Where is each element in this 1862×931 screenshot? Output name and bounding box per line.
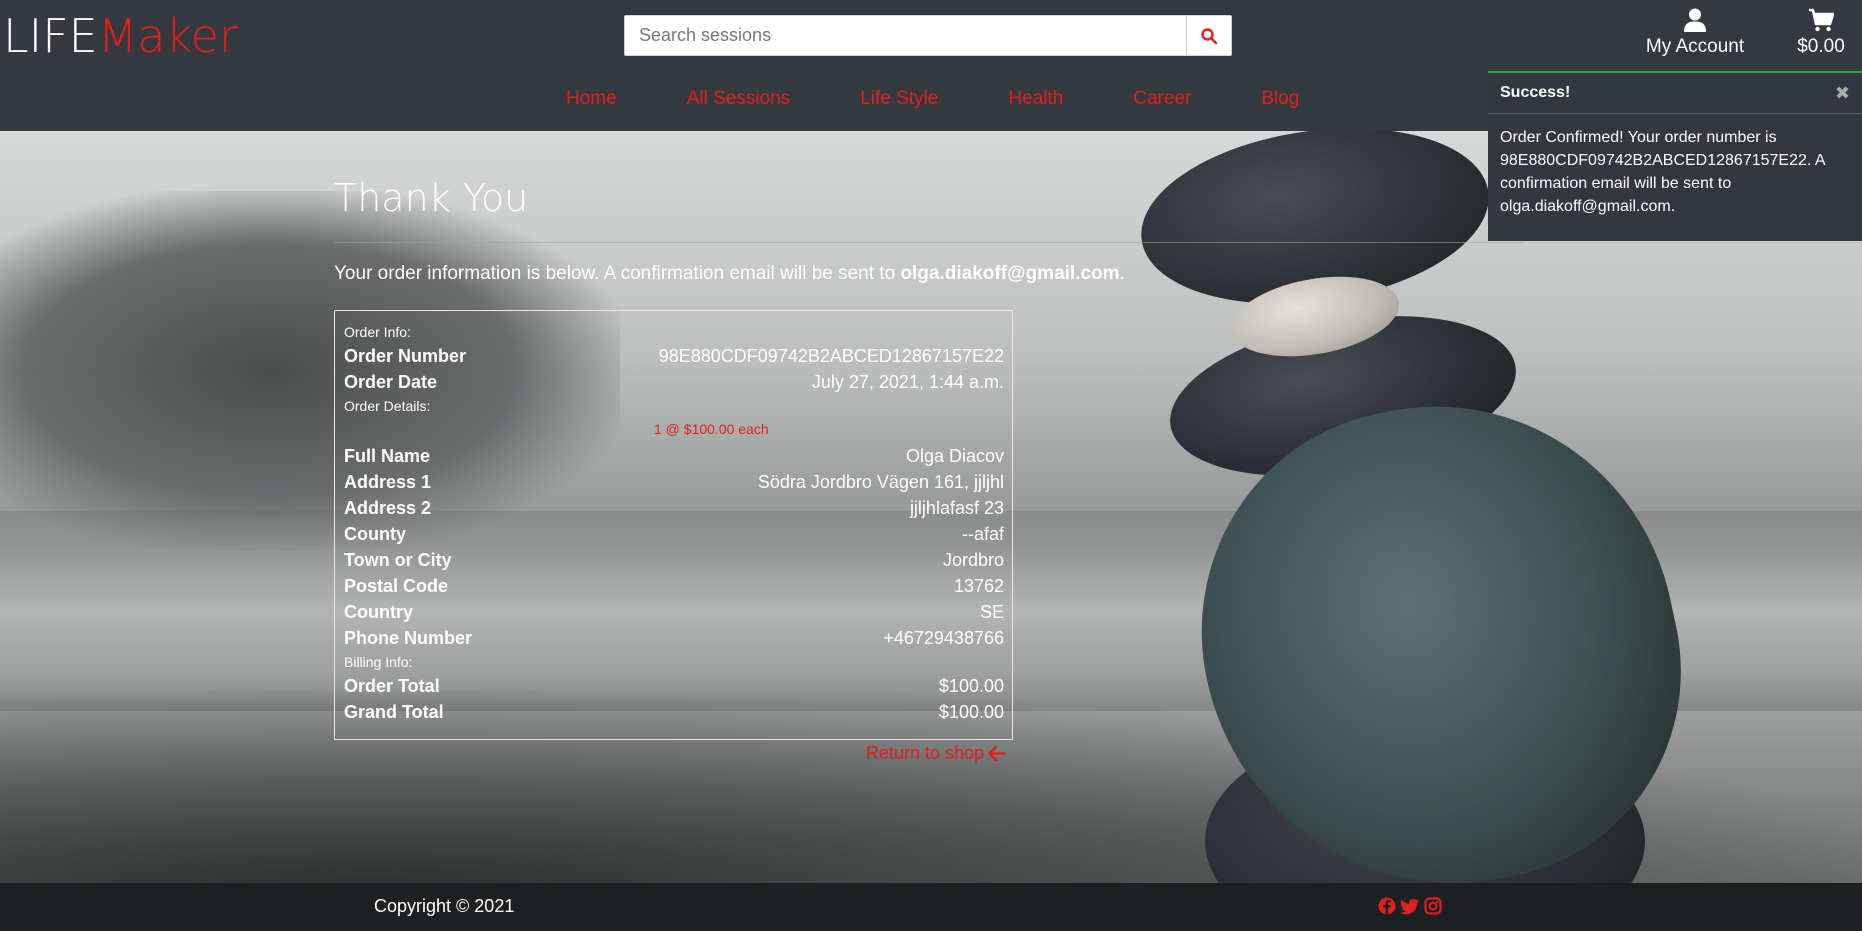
detail-row: Address 1 Södra Jordbro Vägen 161, jjljh… — [344, 469, 1004, 495]
order-number-value: 98E880CDF09742B2ABCED12867157E22 — [658, 346, 1004, 366]
order-total-label: Order Total — [344, 676, 440, 696]
line-item: 1 @ $100.00 each — [654, 421, 769, 437]
search-bar — [624, 15, 1232, 56]
detail-value: 13762 — [953, 576, 1004, 596]
cart-icon — [1809, 8, 1834, 32]
cart-link[interactable]: $0.00 — [1786, 8, 1856, 58]
nav-career[interactable]: Career — [1133, 88, 1191, 110]
return-to-shop-link[interactable]: Return to shop — [334, 743, 1013, 764]
detail-label: Postal Code — [344, 576, 449, 596]
detail-value: +46729438766 — [883, 628, 1004, 648]
success-toast: Success! ✖ Order Confirmed! Your order n… — [1488, 71, 1862, 241]
detail-label: Address 1 — [344, 472, 432, 492]
grand-total-row: Grand Total $100.00 — [344, 699, 1004, 725]
nav-home[interactable]: Home — [566, 88, 617, 110]
detail-value: Södra Jordbro Vägen 161, jjljhl — [757, 472, 1004, 492]
detail-label: Full Name — [344, 446, 431, 466]
detail-label: Phone Number — [344, 628, 473, 648]
grand-total-label: Grand Total — [344, 702, 444, 722]
order-details-heading: Order Details: — [344, 398, 431, 414]
detail-label: Address 2 — [344, 498, 432, 518]
facebook-icon[interactable] — [1378, 897, 1396, 920]
detail-row: Full Name Olga Diacov — [344, 443, 1004, 469]
detail-row: Phone Number +46729438766 — [344, 625, 1004, 651]
my-account-label: My Account — [1645, 36, 1745, 57]
checkout-success-content: Thank You Your order information is belo… — [334, 170, 1524, 763]
detail-row: Town or City Jordbro — [344, 547, 1004, 573]
toast-message: Order Confirmed! Your order number is 98… — [1500, 129, 1825, 215]
intro-message: Your order information is below. A confi… — [334, 263, 901, 284]
order-date-label: Order Date — [344, 372, 438, 392]
logo-part-life: LIFE — [3, 9, 98, 63]
detail-value: --afaf — [961, 524, 1004, 544]
detail-value: Jordbro — [942, 550, 1004, 570]
cart-total: $0.00 — [1797, 36, 1845, 57]
arrow-left-icon — [988, 745, 1006, 762]
detail-value: jjljhlafasf 23 — [909, 498, 1004, 518]
detail-row: Address 2 jjljhlafasf 23 — [344, 495, 1004, 521]
my-account-link[interactable]: My Account — [1640, 8, 1750, 58]
instagram-icon[interactable] — [1424, 897, 1442, 920]
intro-end: . — [1119, 263, 1125, 284]
nav-blog[interactable]: Blog — [1261, 88, 1299, 110]
grand-total-value: $100.00 — [938, 702, 1004, 722]
nav-health[interactable]: Health — [1008, 88, 1063, 110]
twitter-icon[interactable] — [1400, 897, 1420, 920]
order-date-row: Order Date July 27, 2021, 1:44 a.m. — [344, 369, 1004, 395]
return-to-shop-label: Return to shop — [865, 743, 984, 763]
search-input[interactable] — [625, 16, 1186, 55]
order-total-value: $100.00 — [938, 676, 1004, 696]
site-footer: Copyright © 2021 — [0, 883, 1862, 931]
copyright-text: Copyright © 2021 — [374, 896, 515, 916]
search-icon — [1201, 27, 1217, 44]
page-title: Thank You — [334, 176, 529, 220]
detail-value: SE — [979, 602, 1004, 622]
logo-part-maker: Maker — [97, 9, 238, 63]
search-button[interactable] — [1186, 16, 1231, 55]
detail-label: Town or City — [344, 550, 452, 570]
detail-row: Country SE — [344, 599, 1004, 625]
intro-text: Your order information is below. A confi… — [334, 263, 1524, 285]
logo[interactable]: LIFEMaker — [3, 10, 238, 62]
detail-value: Olga Diacov — [905, 446, 1004, 466]
toast-header: Success! ✖ — [1488, 73, 1862, 114]
detail-label: County — [344, 524, 406, 544]
detail-row: County --afaf — [344, 521, 1004, 547]
toast-title: Success! — [1500, 84, 1571, 101]
order-date-value: July 27, 2021, 1:44 a.m. — [811, 372, 1004, 392]
close-icon[interactable]: ✖ — [1835, 83, 1850, 104]
social-links — [1378, 897, 1442, 920]
confirmation-email: olga.diakoff@gmail.com — [900, 263, 1120, 284]
divider — [334, 242, 1524, 243]
order-info-heading: Order Info: — [344, 324, 411, 340]
order-summary-box: Order Info: Order Number 98E880CDF09742B… — [334, 310, 1013, 740]
order-total-row: Order Total $100.00 — [344, 673, 1004, 699]
nav-all-sessions[interactable]: All Sessions — [687, 88, 791, 110]
user-icon — [1684, 8, 1706, 32]
detail-label: Country — [344, 602, 413, 622]
order-number-label: Order Number — [344, 346, 467, 366]
billing-info-heading: Billing Info: — [344, 654, 413, 670]
detail-row: Postal Code 13762 — [344, 573, 1004, 599]
order-number-row: Order Number 98E880CDF09742B2ABCED128671… — [344, 343, 1004, 369]
main-nav: Home All Sessions Life Style Health Care… — [566, 88, 1369, 110]
nav-life-style[interactable]: Life Style — [860, 88, 938, 110]
